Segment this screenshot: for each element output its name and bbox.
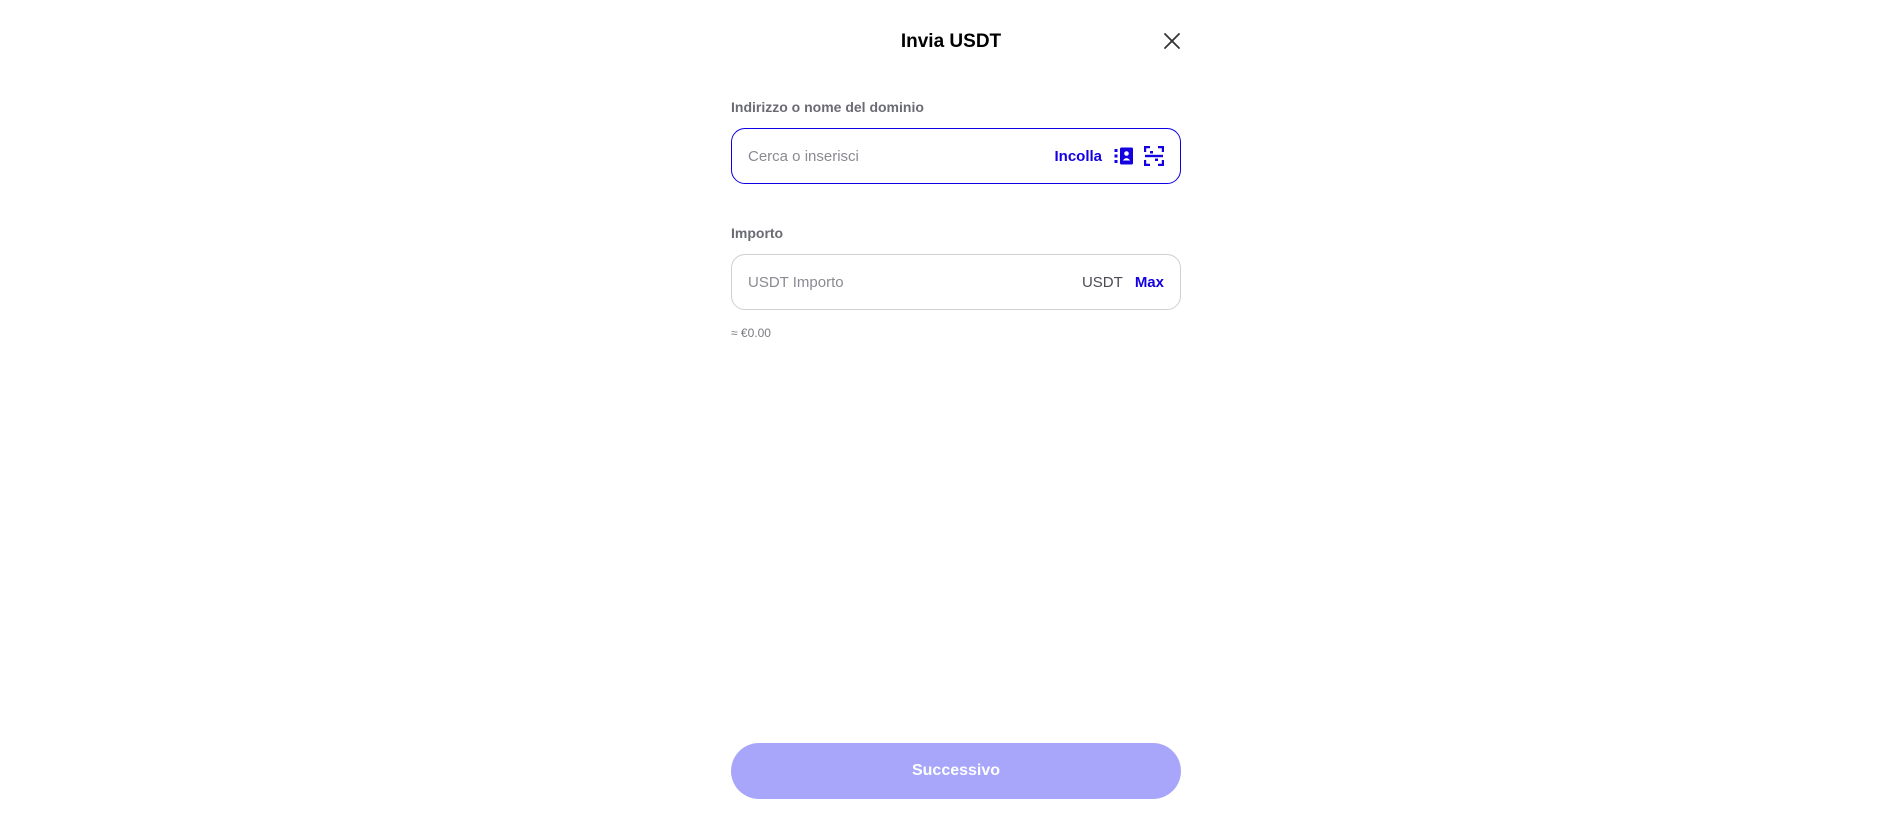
paste-button[interactable]: Incolla: [1054, 148, 1102, 165]
amount-label: Importo: [731, 225, 784, 241]
send-usdt-page: Invia USDT Indirizzo o nome del dominio …: [0, 0, 1902, 818]
address-book-button[interactable]: [1114, 146, 1134, 166]
currency-label: USDT: [1081, 273, 1123, 291]
address-label: Indirizzo o nome del dominio: [731, 99, 924, 115]
close-icon: [1164, 33, 1180, 49]
address-input[interactable]: [748, 147, 1047, 165]
page-title: Invia USDT: [900, 31, 1002, 52]
address-book-icon: [1114, 147, 1133, 165]
qr-scan-icon: [1144, 146, 1164, 166]
next-button[interactable]: Successivo: [731, 743, 1181, 799]
max-button[interactable]: Max: [1135, 274, 1164, 291]
address-input-container: Incolla: [731, 128, 1181, 184]
close-button[interactable]: [1160, 29, 1184, 53]
scan-button[interactable]: [1144, 146, 1164, 166]
amount-input-container: USDT Max: [731, 254, 1181, 310]
fiat-estimate: ≈ €0.00: [731, 326, 771, 340]
amount-input[interactable]: [748, 273, 1074, 291]
